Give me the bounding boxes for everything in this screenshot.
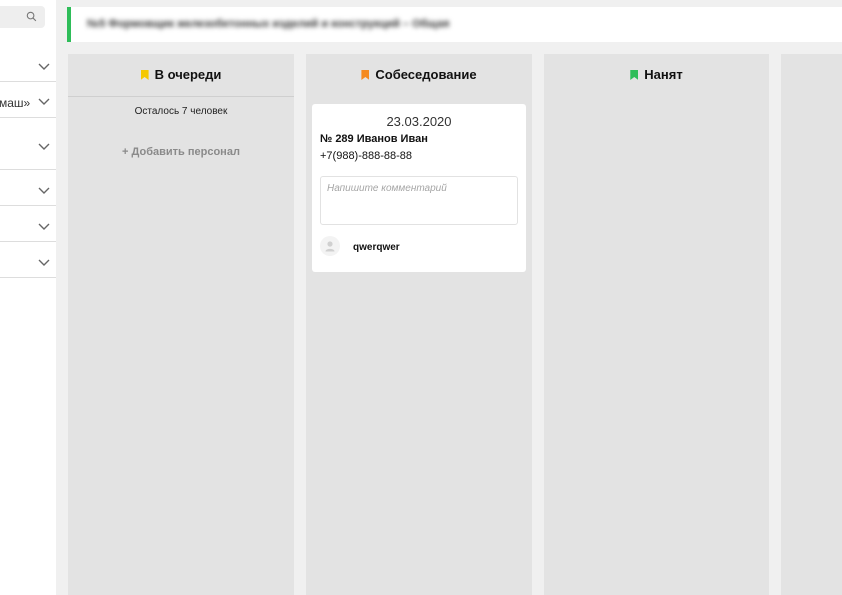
chevron-down-icon[interactable] bbox=[38, 143, 50, 151]
sidebar-filter-6[interactable] bbox=[0, 242, 56, 278]
column-hired: Нанят bbox=[544, 54, 769, 595]
chevron-down-icon[interactable] bbox=[38, 63, 50, 71]
bookmark-icon bbox=[361, 70, 370, 80]
column-header: Собеседование bbox=[306, 67, 532, 82]
chevron-down-icon[interactable] bbox=[38, 223, 50, 231]
column-in-queue: В очереди Осталось 7 человек + Добавить … bbox=[68, 54, 294, 595]
column-title: Нанят bbox=[644, 67, 683, 82]
column-header: Нанят bbox=[544, 67, 769, 82]
responsible-user: qwerqwer bbox=[353, 242, 400, 253]
search-icon[interactable] bbox=[26, 11, 37, 22]
sidebar-filter-label: маш» bbox=[0, 96, 31, 110]
sidebar-filter-1[interactable] bbox=[0, 40, 56, 82]
candidate-card[interactable]: 23.03.2020 № 289 Иванов Иван +7(988)-888… bbox=[312, 104, 526, 272]
column-title: В очереди bbox=[154, 67, 222, 82]
sidebar-filter-2[interactable]: маш» bbox=[0, 82, 56, 118]
search-input[interactable] bbox=[0, 6, 45, 28]
vacancy-title: №5 Формовщик железобетонных изделий и ко… bbox=[87, 18, 450, 30]
column-partial bbox=[781, 54, 842, 595]
column-title: Собеседование bbox=[375, 67, 477, 82]
remaining-count: Осталось 7 человек bbox=[134, 106, 228, 117]
candidate-name[interactable]: № 289 Иванов Иван bbox=[320, 133, 428, 145]
column-header: В очереди bbox=[68, 67, 294, 82]
card-date: 23.03.2020 bbox=[386, 114, 452, 129]
sidebar-filter-4[interactable] bbox=[0, 170, 56, 206]
chevron-down-icon[interactable] bbox=[38, 98, 50, 106]
column-interview: Собеседование 23.03.2020 № 289 Иванов Ив… bbox=[306, 54, 532, 595]
sidebar: маш» bbox=[0, 0, 56, 595]
bookmark-icon bbox=[630, 70, 639, 80]
bookmark-icon bbox=[140, 70, 149, 80]
add-staff-button[interactable]: + Добавить персонал bbox=[68, 146, 294, 158]
divider bbox=[68, 96, 294, 97]
comment-input[interactable] bbox=[320, 176, 518, 225]
sidebar-filter-5[interactable] bbox=[0, 206, 56, 242]
vacancy-header: №5 Формовщик железобетонных изделий и ко… bbox=[67, 7, 842, 42]
avatar bbox=[320, 236, 340, 256]
user-icon bbox=[325, 241, 335, 252]
candidate-phone: +7(988)-888-88-88 bbox=[320, 150, 413, 162]
chevron-down-icon[interactable] bbox=[38, 259, 50, 267]
sidebar-filter-3[interactable] bbox=[0, 118, 56, 170]
chevron-down-icon[interactable] bbox=[38, 187, 50, 195]
